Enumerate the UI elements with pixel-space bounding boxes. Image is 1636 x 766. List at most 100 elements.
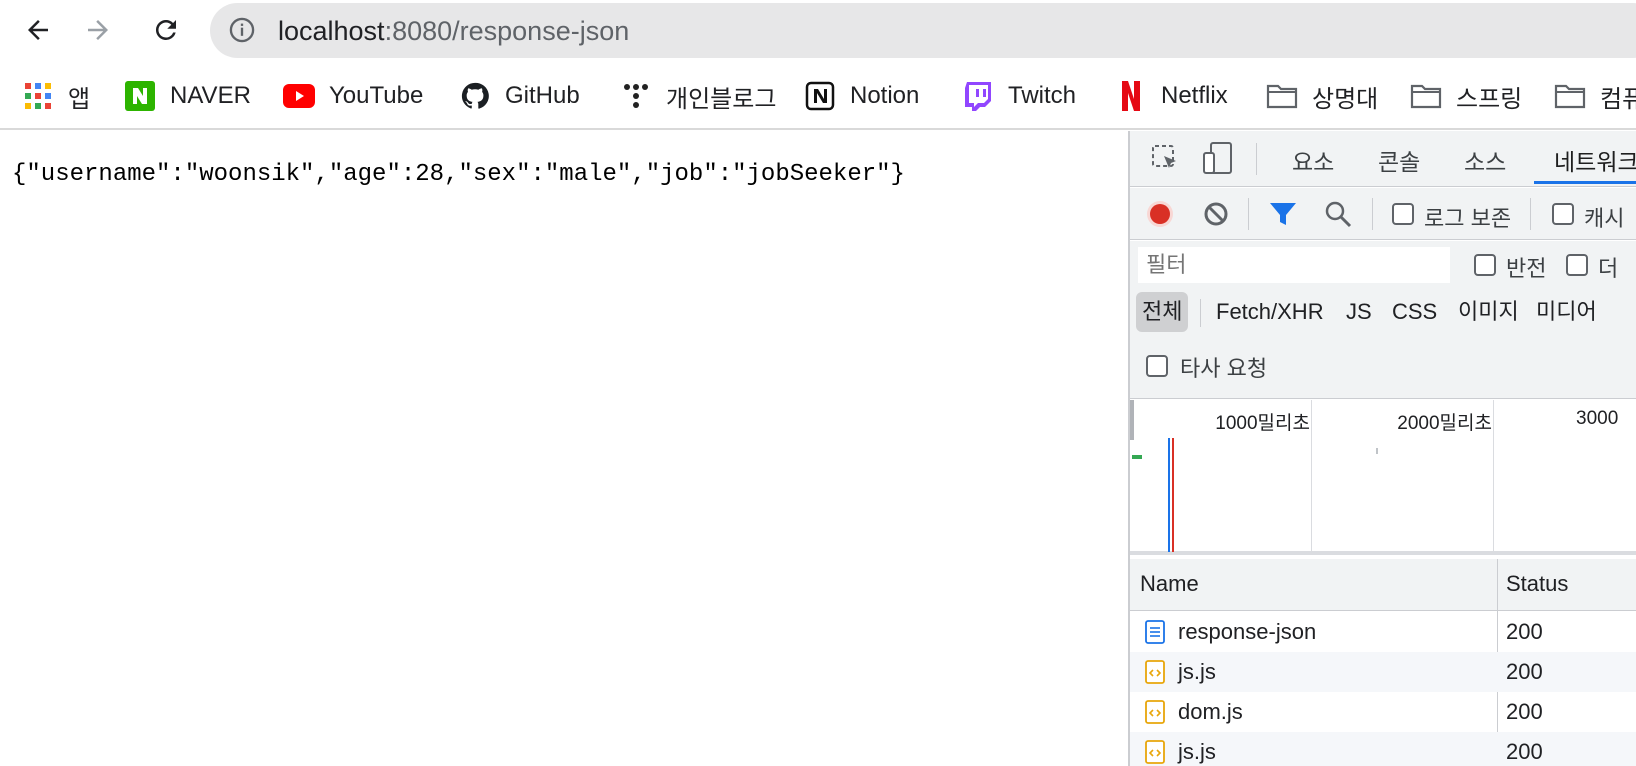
timeline-gridline xyxy=(1311,400,1312,555)
bookmark-label: Twitch xyxy=(1008,82,1077,109)
bookmark-label: GitHub xyxy=(505,82,580,109)
disable-cache-label: 캐시 xyxy=(1584,206,1625,231)
inspect-element-icon[interactable] xyxy=(1150,143,1180,178)
bookmark-label: 상명대 xyxy=(1312,85,1379,113)
page-content: {"username":"woonsik","age":28,"sex":"ma… xyxy=(0,131,1128,766)
bookmark-folder-spring[interactable]: 스프링 xyxy=(1410,76,1522,116)
third-party-label: 타사 요청 xyxy=(1180,356,1268,381)
bookmark-blog[interactable]: 개인블로그 xyxy=(620,76,776,116)
clear-button[interactable] xyxy=(1202,200,1230,233)
type-filter-css[interactable]: CSS xyxy=(1386,292,1443,332)
record-button[interactable] xyxy=(1146,200,1174,233)
type-filter-images[interactable]: 이미지 xyxy=(1452,292,1525,332)
bookmark-folder-sangmyung[interactable]: 상명대 xyxy=(1266,76,1378,116)
tab-network[interactable]: 네트워크 xyxy=(1554,143,1636,177)
tab-sources[interactable]: 소스 xyxy=(1464,143,1506,177)
url-text: localhost:8080/response-json xyxy=(278,16,629,46)
forward-arrow-icon xyxy=(88,20,108,40)
browser-toolbar: localhost:8080/response-json xyxy=(0,0,1636,62)
load-event-marker xyxy=(1172,438,1174,552)
bookmark-label: 컴퓨 xyxy=(1600,85,1636,113)
type-filter-fetch-xhr[interactable]: Fetch/XHR xyxy=(1210,292,1330,332)
json-response-text: {"username":"woonsik","age":28,"sex":"ma… xyxy=(12,161,905,188)
type-filter-all[interactable]: 전체 xyxy=(1136,292,1189,332)
table-row[interactable]: dom.js 200 xyxy=(1130,692,1636,732)
script-file-icon xyxy=(1145,740,1165,764)
record-icon xyxy=(1147,201,1173,227)
bookmark-label: Notion xyxy=(850,82,920,109)
bookmark-folder-computer[interactable]: 컴퓨 xyxy=(1554,76,1636,116)
bookmark-naver[interactable]: NAVER xyxy=(124,76,251,116)
bookmark-notion[interactable]: Notion xyxy=(804,76,919,116)
network-request-table: Name Status response-json 200 js.js 200 … xyxy=(1130,559,1636,766)
request-name: js.js xyxy=(1178,739,1216,764)
forward-button[interactable] xyxy=(78,10,118,50)
table-row[interactable]: response-json 200 xyxy=(1130,612,1636,652)
bookmark-label: NAVER xyxy=(170,82,251,109)
tab-elements[interactable]: 요소 xyxy=(1292,143,1334,177)
toolbar-divider xyxy=(1256,143,1257,175)
invert-label: 반전 xyxy=(1506,256,1547,281)
bookmark-youtube[interactable]: YouTube xyxy=(283,76,423,116)
timeline-label-2000ms: 2000밀리초 xyxy=(1397,413,1492,434)
timeline-label-3000ms: 3000 xyxy=(1576,408,1619,429)
script-file-icon xyxy=(1145,700,1165,724)
request-status: 200 xyxy=(1506,659,1543,684)
more-filters-checkbox[interactable] xyxy=(1566,254,1588,276)
invert-checkbox[interactable] xyxy=(1474,254,1496,276)
filter-toggle-button[interactable] xyxy=(1268,200,1298,233)
github-icon xyxy=(459,80,491,112)
youtube-icon xyxy=(283,80,315,112)
devtools-panel: 요소 콘솔 소스 네트워크 로그 보존 캐시 반전 더 전체 xyxy=(1128,131,1636,766)
request-status: 200 xyxy=(1506,619,1543,644)
type-filter-media[interactable]: 미디어 xyxy=(1530,292,1603,332)
more-filters-label: 더 xyxy=(1598,256,1619,281)
toolbar-divider xyxy=(1372,198,1373,230)
reload-button[interactable] xyxy=(146,10,186,50)
disable-cache-checkbox[interactable] xyxy=(1552,203,1574,225)
back-button[interactable] xyxy=(18,10,58,50)
device-toolbar-icon[interactable] xyxy=(1202,141,1234,180)
network-timeline-overview[interactable]: 1000밀리초 2000밀리초 3000 xyxy=(1130,400,1636,555)
bookmark-github[interactable]: GitHub xyxy=(459,76,580,116)
clear-icon xyxy=(1204,202,1228,226)
site-info-icon[interactable] xyxy=(228,16,256,44)
dom-content-loaded-marker xyxy=(1168,438,1170,552)
timeline-request-bar xyxy=(1376,448,1378,454)
bookmark-twitch[interactable]: Twitch xyxy=(962,76,1076,116)
toolbar-divider xyxy=(1248,198,1249,230)
table-row[interactable]: js.js 200 xyxy=(1130,732,1636,766)
filter-input[interactable] xyxy=(1138,247,1450,283)
third-party-checkbox[interactable] xyxy=(1146,355,1168,377)
request-status: 200 xyxy=(1506,699,1543,724)
tab-console[interactable]: 콘솔 xyxy=(1378,143,1420,177)
request-name: js.js xyxy=(1178,659,1216,684)
table-row[interactable]: js.js 200 xyxy=(1130,652,1636,692)
reload-icon xyxy=(155,19,176,40)
bookmark-label: 스프링 xyxy=(1456,85,1523,113)
address-bar[interactable]: localhost:8080/response-json xyxy=(210,3,1636,58)
devtools-tab-bar: 요소 콘솔 소스 네트워크 xyxy=(1130,131,1636,187)
request-table-header: Name Status xyxy=(1130,559,1636,611)
timeline-drag-handle[interactable] xyxy=(1130,400,1134,440)
bookmark-label: YouTube xyxy=(329,82,424,109)
request-name: dom.js xyxy=(1178,699,1243,724)
filter-divider xyxy=(1200,299,1201,327)
folder-icon xyxy=(1554,80,1586,112)
netflix-icon xyxy=(1115,80,1147,112)
column-header-name[interactable]: Name xyxy=(1140,571,1199,597)
script-file-icon xyxy=(1145,660,1165,684)
network-filter-bar: 반전 더 전체 Fetch/XHR JS CSS 이미지 미디어 타사 요청 xyxy=(1130,241,1636,399)
bookmark-label: Netflix xyxy=(1161,82,1228,109)
bookmark-apps[interactable]: 앱 xyxy=(22,76,90,116)
timeline-gridline xyxy=(1493,400,1494,555)
preserve-log-checkbox[interactable] xyxy=(1392,203,1414,225)
document-file-icon xyxy=(1145,620,1165,644)
folder-icon xyxy=(1266,80,1298,112)
request-name: response-json xyxy=(1178,619,1317,644)
type-filter-js[interactable]: JS xyxy=(1340,292,1378,332)
column-header-status[interactable]: Status xyxy=(1506,571,1568,597)
search-button[interactable] xyxy=(1324,200,1352,233)
network-toolbar: 로그 보존 캐시 xyxy=(1130,188,1636,240)
bookmark-netflix[interactable]: Netflix xyxy=(1115,76,1228,116)
